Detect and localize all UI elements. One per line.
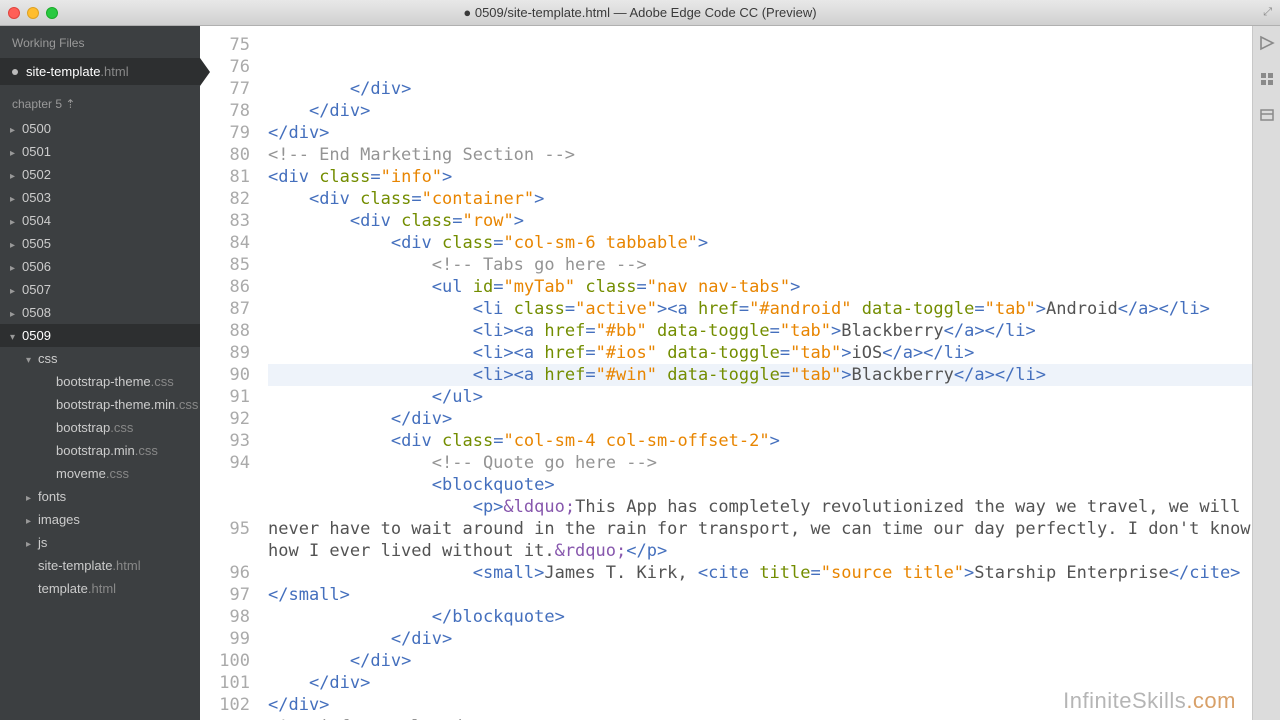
code-line-92[interactable]: <!-- Quote go here -->: [268, 452, 1252, 474]
file-moveme[interactable]: moveme.css: [0, 462, 200, 485]
line-number: 86: [200, 276, 250, 298]
titlebar: ● 0509/site-template.html — Adobe Edge C…: [0, 0, 1280, 26]
folder-0507[interactable]: 0507: [0, 278, 200, 301]
line-number: 88: [200, 320, 250, 342]
folder-0500[interactable]: 0500: [0, 117, 200, 140]
line-number: 100: [200, 650, 250, 672]
folder-css[interactable]: css: [0, 347, 200, 370]
code-editor[interactable]: 7576777879808182838485868788899091929394…: [200, 26, 1252, 720]
close-window-button[interactable]: [8, 7, 20, 19]
extensions-icon[interactable]: [1258, 70, 1276, 88]
code-line-91[interactable]: <div class="col-sm-4 col-sm-offset-2">: [268, 430, 1252, 452]
folder-0508[interactable]: 0508: [0, 301, 200, 324]
line-number: 97: [200, 584, 250, 606]
line-number: 79: [200, 122, 250, 144]
line-number: 101: [200, 672, 250, 694]
minimize-window-button[interactable]: [27, 7, 39, 19]
code-line-101[interactable]: <!-- info panel end -->: [268, 716, 1252, 720]
line-number: 83: [200, 210, 250, 232]
code-line-96[interactable]: </blockquote>: [268, 606, 1252, 628]
line-number: 93: [200, 430, 250, 452]
line-number: 91: [200, 386, 250, 408]
code-line-88[interactable]: <li><a href="#win" data-toggle="tab">Bla…: [268, 364, 1252, 386]
folder-images[interactable]: images: [0, 508, 200, 531]
code-line-97[interactable]: </div>: [268, 628, 1252, 650]
line-number: 85: [200, 254, 250, 276]
line-number: 92: [200, 408, 250, 430]
line-number-gutter: 7576777879808182838485868788899091929394…: [200, 26, 264, 720]
folder-0501[interactable]: 0501: [0, 140, 200, 163]
line-number: 81: [200, 166, 250, 188]
project-selector[interactable]: chapter 5 ⇡: [0, 85, 200, 117]
code-line-86[interactable]: <li><a href="#bb" data-toggle="tab">Blac…: [268, 320, 1252, 342]
code-line-80[interactable]: <div class="container">: [268, 188, 1252, 210]
line-number: 80: [200, 144, 250, 166]
code-line-85[interactable]: <li class="active"><a href="#android" da…: [268, 298, 1252, 320]
folder-0504[interactable]: 0504: [0, 209, 200, 232]
watermark: InfiniteSkills.com: [1063, 690, 1236, 712]
file-bootstrap.min[interactable]: bootstrap.min.css: [0, 439, 200, 462]
window-title: ● 0509/site-template.html — Adobe Edge C…: [463, 5, 816, 20]
line-number: 75: [200, 34, 250, 56]
folder-0503[interactable]: 0503: [0, 186, 200, 209]
line-number: 102: [200, 694, 250, 716]
line-number: 95: [200, 518, 250, 562]
code-line-90[interactable]: </div>: [268, 408, 1252, 430]
line-number: 94: [200, 452, 250, 518]
line-number: 82: [200, 188, 250, 210]
code-line-79[interactable]: <div class="info">: [268, 166, 1252, 188]
code-line-84[interactable]: <ul id="myTab" class="nav nav-tabs">: [268, 276, 1252, 298]
code-line-93[interactable]: <blockquote>: [268, 474, 1252, 496]
line-number: 87: [200, 298, 250, 320]
folder-0505[interactable]: 0505: [0, 232, 200, 255]
line-number: 99: [200, 628, 250, 650]
working-file-ext: .html: [100, 64, 128, 79]
folder-fonts[interactable]: fonts: [0, 485, 200, 508]
file-site-template[interactable]: site-template.html: [0, 554, 200, 577]
code-line-75[interactable]: </div>: [268, 78, 1252, 100]
file-tree: 0500050105020503050405050506050705080509…: [0, 117, 200, 720]
code-line-77[interactable]: </div>: [268, 122, 1252, 144]
code-line-76[interactable]: </div>: [268, 100, 1252, 122]
line-number: 84: [200, 232, 250, 254]
working-file-item[interactable]: site-template.html: [0, 58, 200, 85]
right-toolbar: [1252, 26, 1280, 720]
line-number: 90: [200, 364, 250, 386]
folder-0509[interactable]: 0509: [0, 324, 200, 347]
window-controls: [0, 7, 58, 19]
folder-0506[interactable]: 0506: [0, 255, 200, 278]
code-line-89[interactable]: </ul>: [268, 386, 1252, 408]
code-line-78[interactable]: <!-- End Marketing Section -->: [268, 144, 1252, 166]
live-preview-icon[interactable]: [1258, 34, 1276, 52]
folder-js[interactable]: js: [0, 531, 200, 554]
file-bootstrap-theme.min[interactable]: bootstrap-theme.min.css: [0, 393, 200, 416]
working-files-header: Working Files: [0, 26, 200, 58]
file-template[interactable]: template.html: [0, 577, 200, 600]
line-number: 96: [200, 562, 250, 584]
code-line-98[interactable]: </div>: [268, 650, 1252, 672]
code-line-81[interactable]: <div class="row">: [268, 210, 1252, 232]
code-pane[interactable]: </div> </div></div><!-- End Marketing Se…: [264, 26, 1252, 720]
code-line-94[interactable]: <p>&ldquo;This App has completely revolu…: [268, 496, 1252, 562]
line-number: 98: [200, 606, 250, 628]
code-line-82[interactable]: <div class="col-sm-6 tabbable">: [268, 232, 1252, 254]
zoom-window-button[interactable]: [46, 7, 58, 19]
sidebar: Working Files site-template.html chapter…: [0, 26, 200, 720]
panel-icon[interactable]: [1258, 106, 1276, 124]
fullscreen-icon[interactable]: ⤢: [1263, 6, 1272, 19]
code-line-87[interactable]: <li><a href="#ios" data-toggle="tab">iOS…: [268, 342, 1252, 364]
working-file-name: site-template: [26, 64, 100, 79]
file-bootstrap[interactable]: bootstrap.css: [0, 416, 200, 439]
folder-0502[interactable]: 0502: [0, 163, 200, 186]
code-line-83[interactable]: <!-- Tabs go here -->: [268, 254, 1252, 276]
file-bootstrap-theme[interactable]: bootstrap-theme.css: [0, 370, 200, 393]
line-number: 89: [200, 342, 250, 364]
line-number: 78: [200, 100, 250, 122]
code-line-95[interactable]: <small>James T. Kirk, <cite title="sourc…: [268, 562, 1252, 606]
